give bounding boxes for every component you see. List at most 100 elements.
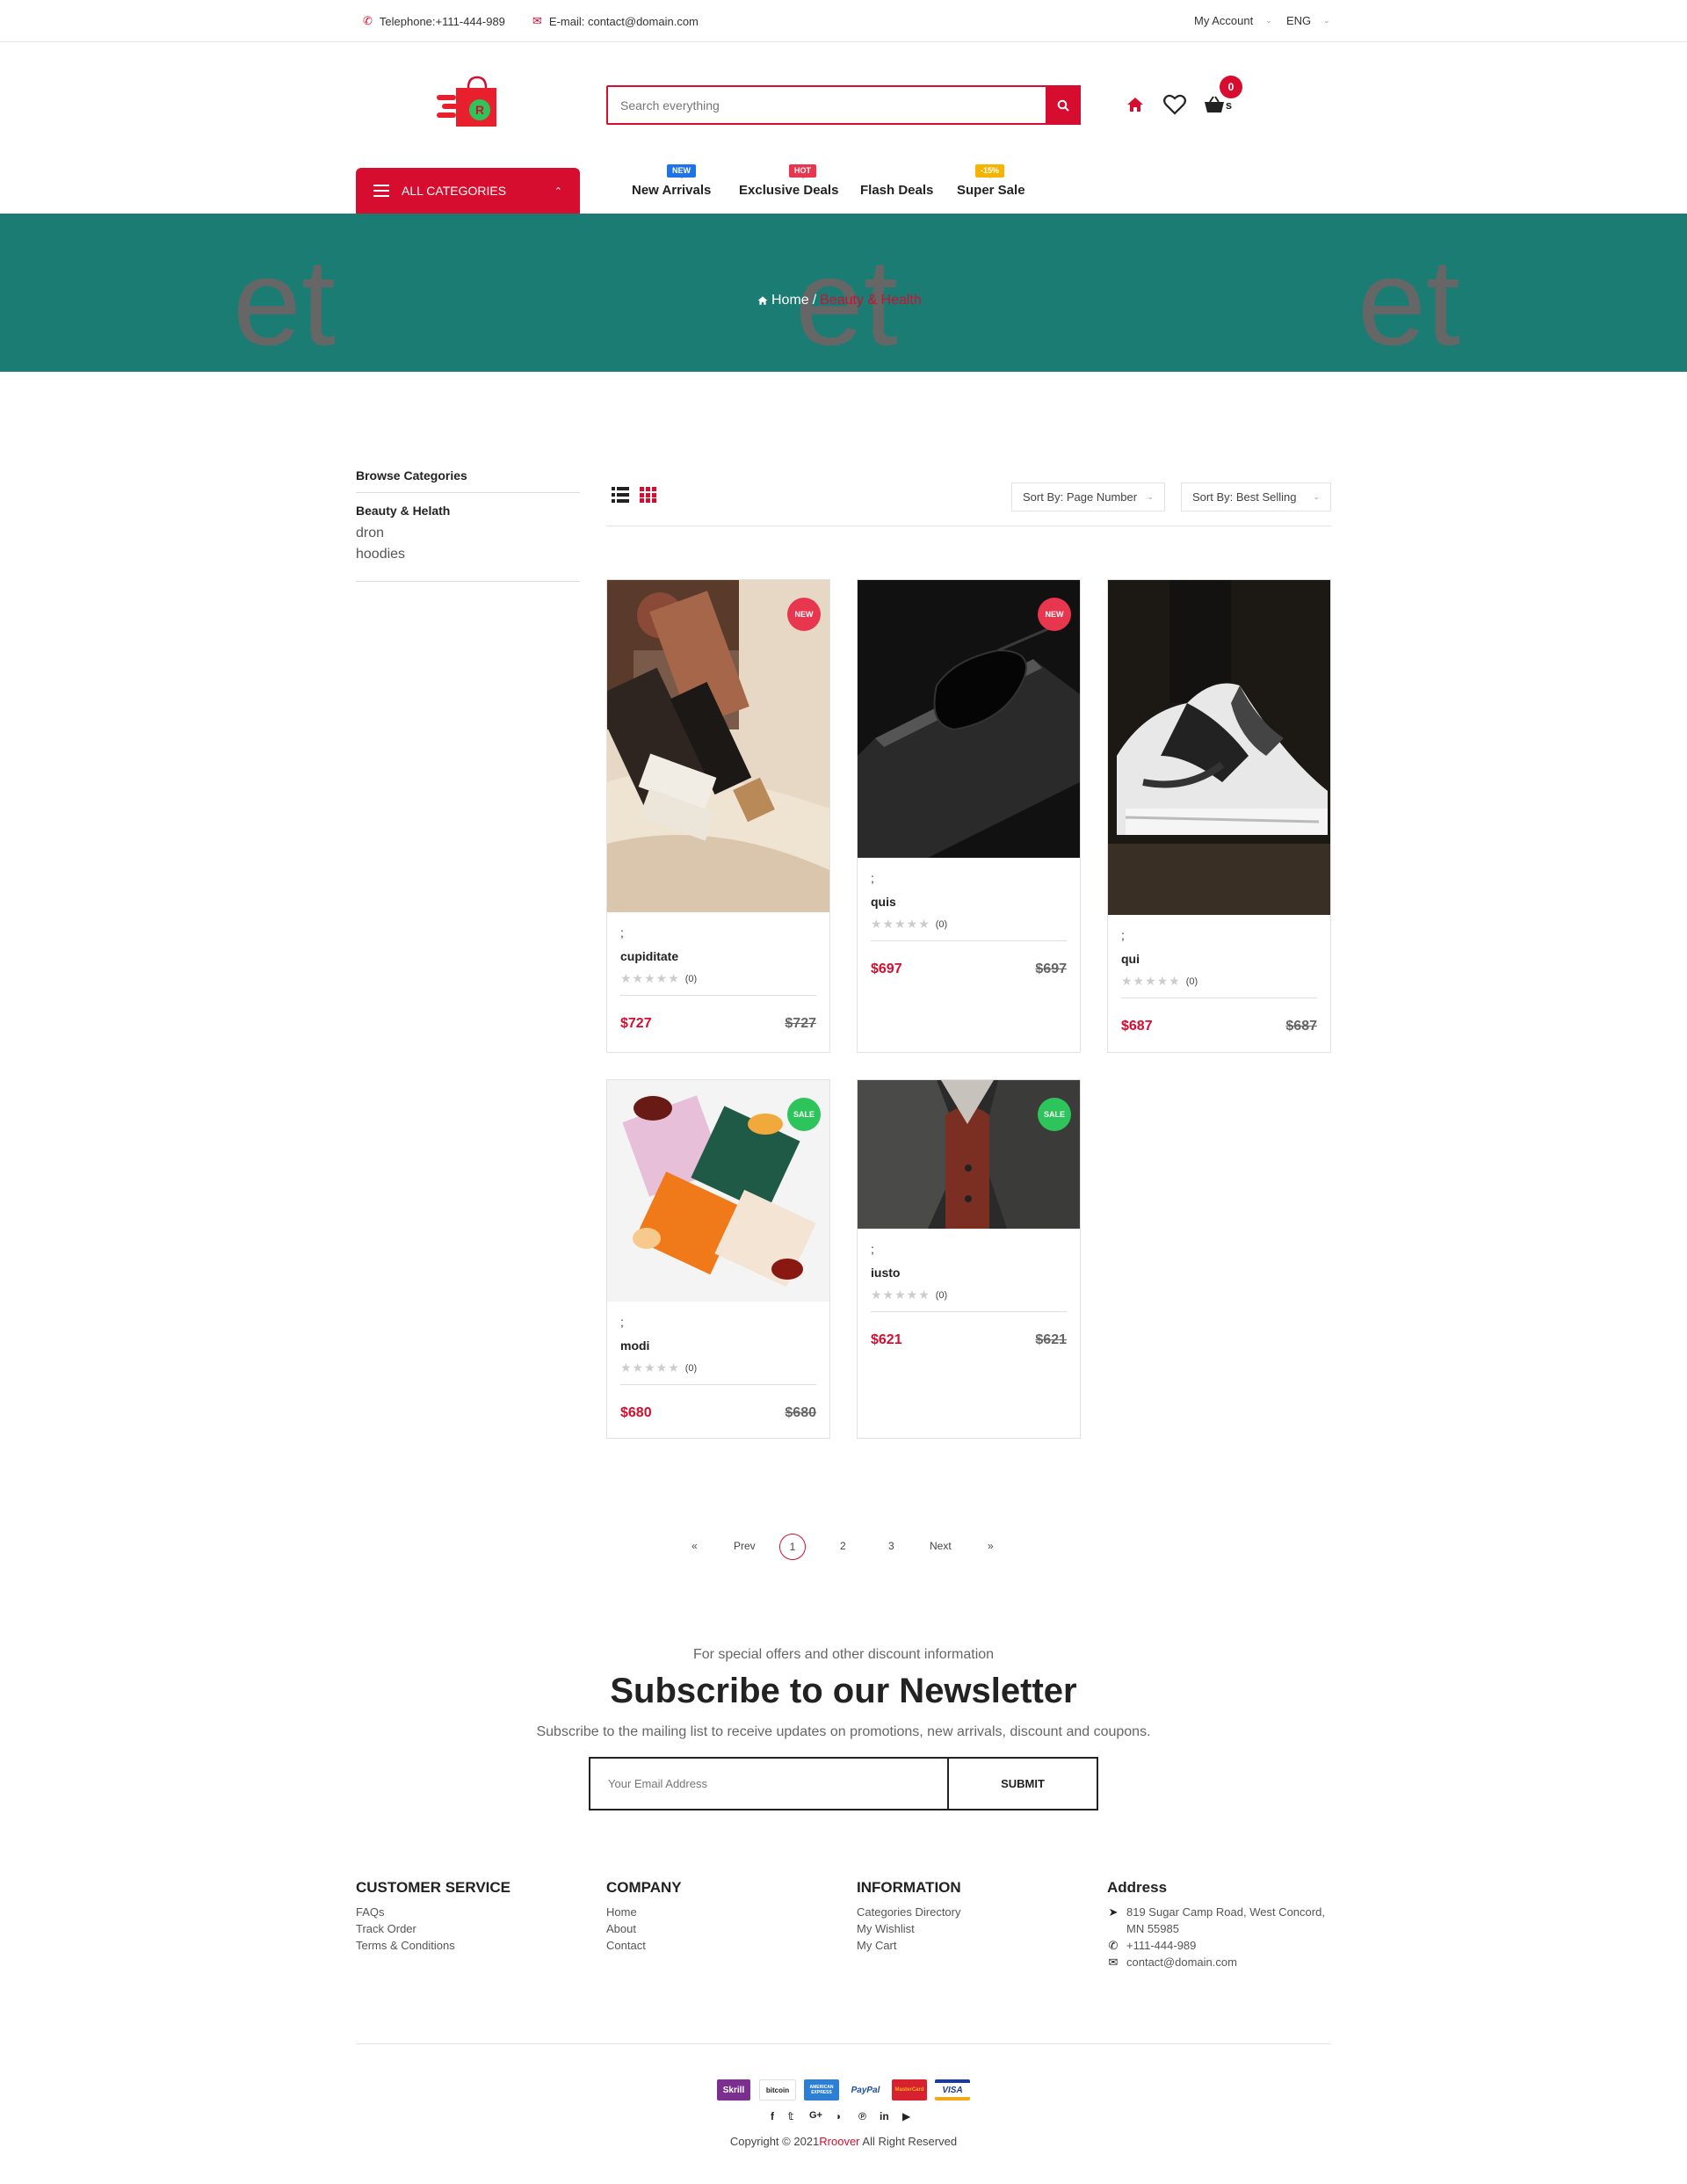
browse-categories-title: Browse Categories (356, 468, 467, 483)
phone-icon: ✆ (1108, 1939, 1119, 1952)
product-image[interactable] (1108, 580, 1330, 915)
sidebar-subcategory-hoodies[interactable]: hoodies (356, 547, 405, 562)
sort-best-selling-select[interactable]: Sort By: Best Selling ⌄ (1181, 483, 1331, 512)
footer-link-track-order[interactable]: Track Order (356, 1922, 416, 1935)
top-bar: ✆ Telephone:+111-444-989 ✉ E-mail: conta… (0, 0, 1687, 42)
rss-icon[interactable]: ◗ (836, 2110, 842, 2122)
nav-flash-deals[interactable]: Flash Deals (860, 183, 933, 198)
language-label: ENG (1286, 14, 1312, 27)
product-name[interactable]: cupiditate (620, 949, 678, 963)
divider (620, 995, 816, 996)
footer-link-terms[interactable]: Terms & Conditions (356, 1939, 455, 1952)
nav-exclusive-deals[interactable]: Exclusive Deals (739, 183, 838, 198)
page-1-button[interactable]: 1 (779, 1534, 806, 1560)
divider (356, 2043, 1331, 2044)
cart-count-badge: 0 (1220, 76, 1242, 98)
product-name[interactable]: qui (1121, 952, 1140, 966)
sort-page-number-label: Sort By: Page Number (1023, 490, 1138, 504)
pinterest-icon[interactable]: ℗ (858, 2110, 866, 2122)
logo-letter: R (475, 103, 484, 117)
submit-button[interactable]: SUBMIT (947, 1759, 1097, 1809)
footer-link-about[interactable]: About (606, 1922, 636, 1935)
product-card[interactable]: NEW; cupiditate ★★★★★ (0) $727 $727 (606, 579, 830, 1053)
product-prefix: ; (871, 1242, 874, 1256)
twitter-icon[interactable]: 𝕥 (788, 2110, 793, 2122)
divider (871, 940, 1067, 941)
divider (871, 1311, 1067, 1312)
breadcrumb-home-link[interactable]: Home (771, 293, 809, 308)
product-name[interactable]: quis (871, 895, 896, 909)
copyright-suffix: All Right Reserved (859, 2135, 958, 2148)
sidebar-category-beauty[interactable]: Beauty & Helath (356, 504, 450, 518)
product-image[interactable] (607, 580, 829, 912)
address-phone-text: +111-444-989 (1126, 1939, 1197, 1952)
linkedin-icon[interactable]: in (880, 2110, 889, 2122)
banner-ghost-text: et (233, 233, 336, 371)
product-card[interactable]: ; qui ★★★★★ (0) $687 $687 (1107, 579, 1331, 1053)
site-logo[interactable]: R (435, 76, 502, 130)
first-page-button[interactable]: « (691, 1540, 698, 1552)
home-icon[interactable] (1122, 91, 1148, 118)
product-rating: ★★★★★ (0) (620, 971, 697, 986)
my-account-label: My Account (1194, 14, 1254, 27)
sidebar-subcategory-dron[interactable]: dron (356, 526, 384, 541)
footer-link-cart[interactable]: My Cart (857, 1939, 897, 1952)
next-page-button[interactable]: Next (930, 1540, 952, 1552)
page-2-button[interactable]: 2 (840, 1540, 846, 1552)
star-rating-icon: ★★★★★ (620, 1360, 680, 1375)
product-badge: SALE (1038, 1098, 1071, 1131)
product-prefix: ; (620, 925, 624, 940)
nav-super-sale[interactable]: Super Sale (957, 183, 1025, 198)
all-categories-button[interactable]: ALL CATEGORIES ⌃ (356, 168, 580, 214)
page-3-button[interactable]: 3 (888, 1540, 894, 1552)
footer-link-contact[interactable]: Contact (606, 1939, 646, 1952)
nav-new-arrivals[interactable]: New Arrivals (632, 183, 711, 198)
product-name[interactable]: iusto (871, 1266, 900, 1280)
star-rating-icon: ★★★★★ (871, 917, 930, 931)
product-old-price: $687 (1285, 1019, 1317, 1034)
brand-link[interactable]: Rroover (819, 2135, 859, 2148)
prev-page-button[interactable]: Prev (734, 1540, 756, 1552)
last-page-button[interactable]: » (988, 1540, 994, 1552)
footer-link-home[interactable]: Home (606, 1905, 637, 1919)
footer-information-title: INFORMATION (857, 1879, 961, 1896)
search-button[interactable] (1046, 85, 1081, 125)
chevron-down-icon: ⌄ (1147, 492, 1154, 501)
google-plus-icon[interactable]: G+ (809, 2110, 822, 2121)
product-price: $687 (1121, 1019, 1153, 1034)
footer-link-categories-directory[interactable]: Categories Directory (857, 1905, 961, 1919)
address-city-text: MN 55985 (1126, 1922, 1179, 1935)
product-price: $697 (871, 961, 902, 976)
search-input[interactable] (608, 87, 1079, 123)
product-badge: SALE (787, 1098, 821, 1131)
product-price: $621 (871, 1332, 902, 1347)
search-icon (1057, 99, 1069, 112)
grid-view-button[interactable] (640, 487, 657, 503)
my-account-dropdown[interactable]: My Account ⌄ (1194, 14, 1272, 27)
product-card[interactable]: NEW; quis ★★★★★ (0) $697 $697 (857, 579, 1081, 1053)
youtube-icon[interactable]: ▶ (902, 2110, 910, 2122)
product-prefix: ; (620, 1315, 624, 1329)
email-field[interactable] (590, 1759, 947, 1809)
product-name[interactable]: modi (620, 1339, 649, 1353)
location-arrow-icon: ➤ (1108, 1905, 1119, 1919)
divider (356, 581, 580, 582)
product-card[interactable]: SALE; modi ★★★★★ (0) $680 $680 (606, 1079, 830, 1439)
nav-badge-super-sale: -15% (975, 164, 1005, 178)
footer-link-wishlist[interactable]: My Wishlist (857, 1922, 915, 1935)
facebook-icon[interactable]: f (771, 2110, 774, 2122)
sort-page-number-select[interactable]: Sort By: Page Number ⌄ (1011, 483, 1165, 512)
language-dropdown[interactable]: ENG ⌄ (1286, 14, 1330, 27)
list-view-button[interactable] (612, 487, 629, 503)
list-view-icon (612, 487, 629, 503)
footer-link-faqs[interactable]: FAQs (356, 1905, 385, 1919)
email-info: ✉ E-mail: contact@domain.com (532, 14, 699, 28)
rating-count: (0) (1185, 976, 1198, 987)
all-categories-label: ALL CATEGORIES (402, 184, 507, 198)
nav-badge-new-arrivals: NEW (667, 164, 696, 178)
product-card[interactable]: SALE; iusto ★★★★★ (0) $621 $621 (857, 1079, 1081, 1439)
footer-address-street: ➤ 819 Sugar Camp Road, West Concord, (1107, 1905, 1325, 1919)
product-old-price: $697 (1035, 961, 1067, 976)
product-old-price: $680 (785, 1405, 816, 1420)
wishlist-heart-icon[interactable] (1162, 91, 1188, 118)
